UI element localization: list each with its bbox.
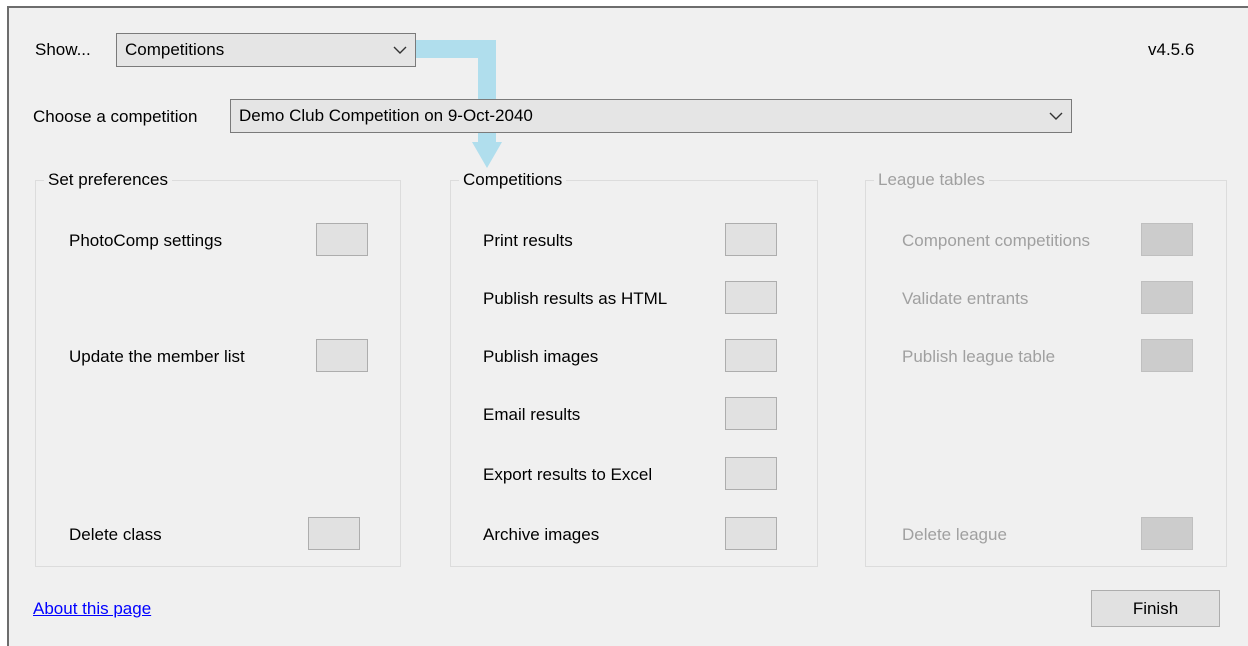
component-competitions-label: Component competitions [902, 231, 1091, 250]
chevron-down-icon [1049, 112, 1063, 120]
validate-entrants-label: Validate entrants [902, 289, 1029, 308]
version-label: v4.5.6 [1148, 40, 1195, 59]
delete-league-label: Delete league [902, 525, 1007, 544]
competitions-group: Competitions Print results Publish resul… [450, 170, 818, 567]
publish-league-table-label: Publish league table [902, 347, 1056, 366]
photocomp-settings-label: PhotoComp settings [69, 231, 223, 250]
league-tables-group-title: League tables [874, 170, 989, 190]
delete-league-button[interactable] [1141, 517, 1193, 550]
archive-images-label: Archive images [483, 525, 600, 544]
competition-dropdown-value: Demo Club Competition on 9-Oct-2040 [239, 106, 533, 125]
archive-images-button[interactable] [725, 517, 777, 550]
export-excel-label: Export results to Excel [483, 465, 653, 484]
about-page-link[interactable]: About this page [33, 599, 151, 619]
print-results-button[interactable] [725, 223, 777, 256]
show-dropdown[interactable]: Competitions [116, 33, 416, 67]
publish-league-table-button[interactable] [1141, 339, 1193, 372]
show-label: Show... [35, 40, 91, 59]
chevron-down-icon [393, 46, 407, 54]
update-member-list-label: Update the member list [69, 347, 245, 366]
delete-class-button[interactable] [308, 517, 360, 550]
email-results-label: Email results [483, 405, 581, 424]
competition-dropdown[interactable]: Demo Club Competition on 9-Oct-2040 [230, 99, 1072, 133]
component-competitions-button[interactable] [1141, 223, 1193, 256]
competition-label: Choose a competition [33, 107, 198, 126]
export-excel-button[interactable] [725, 457, 777, 490]
email-results-button[interactable] [725, 397, 777, 430]
publish-images-button[interactable] [725, 339, 777, 372]
preferences-group-title: Set preferences [44, 170, 173, 190]
show-dropdown-value: Competitions [125, 40, 225, 59]
publish-html-button[interactable] [725, 281, 777, 314]
competitions-group-title: Competitions [459, 170, 567, 190]
league-tables-group: League tables Component competitions Val… [865, 170, 1227, 567]
preferences-group: Set preferences PhotoComp settings Updat… [35, 170, 401, 567]
update-member-list-button[interactable] [316, 339, 368, 372]
validate-entrants-button[interactable] [1141, 281, 1193, 314]
main-window: Show... Competitions v4.5.6 Choose a com… [7, 6, 1248, 646]
publish-html-label: Publish results as HTML [483, 289, 668, 308]
finish-button[interactable]: Finish [1091, 590, 1220, 627]
print-results-label: Print results [483, 231, 573, 250]
photocomp-settings-button[interactable] [316, 223, 368, 256]
delete-class-label: Delete class [69, 525, 162, 544]
publish-images-label: Publish images [483, 347, 599, 366]
